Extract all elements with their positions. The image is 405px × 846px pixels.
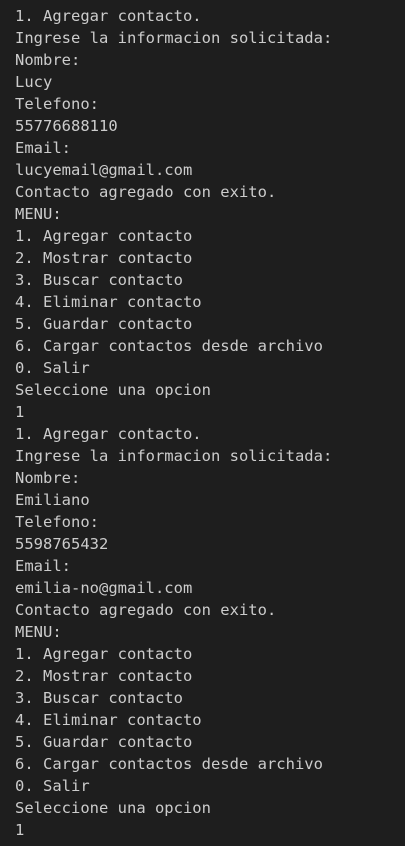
- terminal-line: 55776688110: [15, 117, 118, 135]
- terminal-line: Contacto agregado con exito.: [15, 601, 277, 619]
- terminal-line: Nombre:: [15, 51, 81, 69]
- terminal-line: Ingrese la informacion solicitada:: [15, 29, 333, 47]
- terminal-line: 1. Agregar contacto.: [15, 425, 202, 443]
- terminal-line: 3. Buscar contacto: [15, 271, 183, 289]
- terminal-line: Seleccione una opcion: [15, 799, 211, 817]
- terminal-line: 1. Agregar contacto: [15, 645, 193, 663]
- terminal-line: Ingrese la informacion solicitada:: [15, 447, 333, 465]
- terminal-line: 5598765432: [15, 535, 109, 553]
- terminal-line: 6. Cargar contactos desde archivo: [15, 755, 323, 773]
- terminal-line: Email:: [15, 557, 71, 575]
- terminal-line: lucyemail@gmail.com: [15, 161, 193, 179]
- terminal-line: Telefono:: [15, 513, 99, 531]
- terminal-line: Seleccione una opcion: [15, 381, 211, 399]
- terminal-line: 2. Mostrar contacto: [15, 249, 193, 267]
- terminal-line: 6. Cargar contactos desde archivo: [15, 337, 323, 355]
- terminal-line: Lucy: [15, 73, 53, 91]
- terminal-line: 0. Salir: [15, 359, 90, 377]
- terminal-line: 3. Buscar contacto: [15, 689, 183, 707]
- terminal-line: 4. Eliminar contacto: [15, 293, 202, 311]
- terminal-line: 2. Mostrar contacto: [15, 667, 193, 685]
- terminal-output[interactable]: 1. Agregar contacto. Ingrese la informac…: [0, 0, 405, 846]
- terminal-line: emilia-no@gmail.com: [15, 579, 193, 597]
- terminal-line: 4. Eliminar contacto: [15, 711, 202, 729]
- terminal-line: 1: [15, 821, 25, 839]
- terminal-line: Contacto agregado con exito.: [15, 183, 277, 201]
- terminal-line: MENU:: [15, 623, 62, 641]
- terminal-line: 1: [15, 403, 25, 421]
- terminal-line: 1. Agregar contacto: [15, 227, 193, 245]
- terminal-line: 5. Guardar contacto: [15, 733, 193, 751]
- terminal-line: Telefono:: [15, 95, 99, 113]
- terminal-line: Nombre:: [15, 469, 81, 487]
- terminal-line: 5. Guardar contacto: [15, 315, 193, 333]
- terminal-line: 0. Salir: [15, 777, 90, 795]
- terminal-line: 1. Agregar contacto.: [15, 7, 202, 25]
- terminal-line: MENU:: [15, 205, 62, 223]
- terminal-line: Emiliano: [15, 491, 90, 509]
- terminal-line: Email:: [15, 139, 71, 157]
